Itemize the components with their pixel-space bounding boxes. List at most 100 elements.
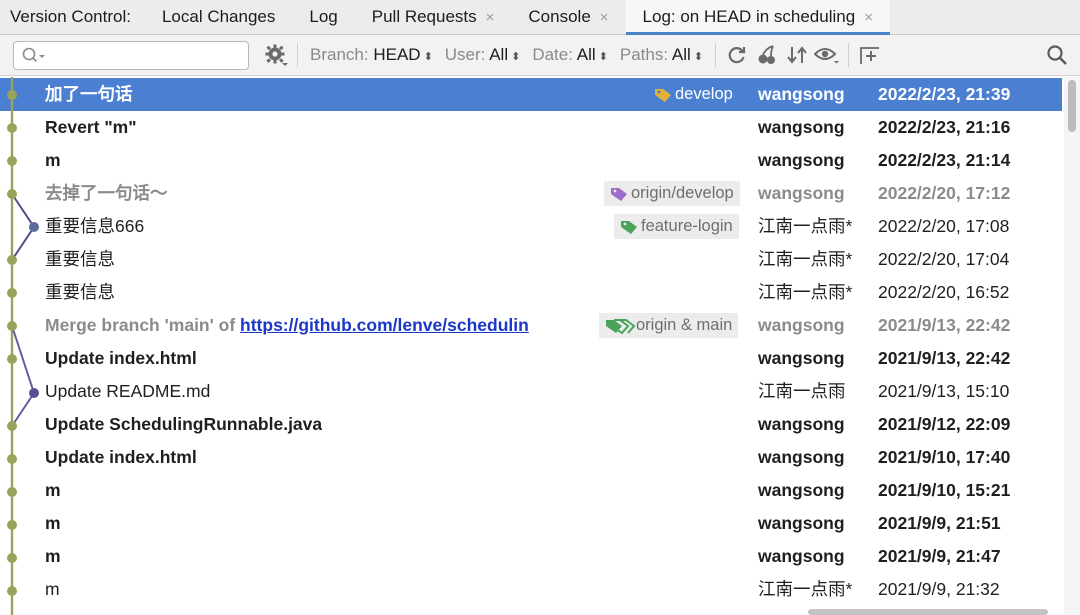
search-icon (22, 47, 45, 63)
sort-icon[interactable] (782, 40, 812, 70)
commit-row[interactable]: 重要信息 江南一点雨* 2022/2/20, 16:52 (0, 276, 1062, 309)
toolbar-divider (297, 43, 298, 67)
commit-row[interactable]: Revert "m" wangsong 2022/2/23, 21:16 (0, 111, 1062, 144)
commit-author: wangsong (758, 348, 845, 368)
search-input[interactable] (13, 40, 249, 70)
commit-date: 2021/9/13, 22:42 (878, 315, 1011, 335)
commit-row[interactable]: Update index.html wangsong 2021/9/10, 17… (0, 441, 1062, 474)
commit-date: 2021/9/10, 17:40 (878, 447, 1011, 467)
commit-subject-text: Merge branch 'main' of (45, 315, 241, 335)
commit-author: wangsong (758, 513, 845, 533)
commit-author: wangsong (758, 480, 845, 500)
commit-author: wangsong (758, 546, 845, 566)
multi-tag-icon (606, 319, 636, 334)
commit-date: 2021/9/12, 22:09 (878, 414, 1011, 434)
commit-date: 2021/9/13, 22:42 (878, 348, 1011, 368)
commit-author: 江南一点雨* (758, 282, 853, 302)
commit-subject: Update SchedulingRunnable.java (45, 414, 323, 434)
commit-subject: Revert "m" (45, 117, 137, 137)
cherry-pick-icon[interactable] (752, 40, 782, 70)
commit-subject: Merge branch 'main' of https://github.co… (45, 309, 597, 342)
commit-date: 2022/2/23, 21:39 (878, 84, 1011, 104)
commit-subject: 去掉了一句话～ (45, 183, 168, 203)
commit-subject: m (45, 513, 61, 533)
tag-icon (621, 221, 637, 234)
commit-date: 2021/9/9, 21:47 (878, 546, 1001, 566)
commit-row[interactable]: 去掉了一句话～ origin/develop wangsong 2022/2/2… (0, 177, 1062, 210)
tabbar-label: Version Control: (10, 7, 131, 26)
commit-author: wangsong (758, 414, 845, 434)
commit-link[interactable]: https://github.com/lenve/schedulin (240, 315, 529, 335)
branch-filter[interactable]: Branch: HEAD ⬍ (310, 45, 433, 65)
toolbar-divider (848, 43, 850, 67)
commit-row[interactable]: m 江南一点雨* 2021/9/9, 21:32 (0, 573, 1062, 606)
search-icon[interactable] (1042, 40, 1072, 70)
chevron-updown-icon: ⬍ (693, 51, 704, 63)
user-filter[interactable]: User: All ⬍ (445, 45, 521, 65)
log-toolbar: Branch: HEAD ⬍ User: All ⬍ Date: All ⬍ Path… (0, 35, 1080, 76)
commit-subject: 加了一句话 (45, 84, 133, 104)
commit-date: 2022/2/20, 17:08 (878, 216, 1010, 236)
tab-label: Pull Requests (371, 7, 477, 26)
commit-row[interactable]: 加了一句话 develop wangsong 2022/2/23, 21:39 (0, 78, 1062, 111)
commit-row[interactable]: m wangsong 2021/9/9, 21:51 (0, 507, 1062, 540)
tab-label: Log (309, 7, 338, 26)
filter-value: All (576, 45, 596, 64)
chevron-updown-icon: ⬍ (511, 51, 521, 63)
tab-label: Log: on HEAD in scheduling (642, 7, 856, 26)
commit-row[interactable]: Merge branch 'main' of https://github.co… (0, 309, 1062, 342)
branch-label-text: origin & main (636, 316, 733, 334)
branch-label-text: develop (675, 85, 733, 103)
gear-icon[interactable] (261, 40, 291, 70)
vertical-scrollbar-thumb[interactable] (1068, 80, 1076, 132)
commit-subject: 重要信息 (45, 282, 115, 302)
paths-filter[interactable]: Paths: All ⬍ (620, 45, 703, 65)
close-icon[interactable]: × (864, 9, 873, 26)
commit-author: wangsong (758, 447, 845, 467)
commit-row[interactable]: 重要信息 江南一点雨* 2022/2/20, 17:04 (0, 243, 1062, 276)
commit-row[interactable]: m wangsong 2022/2/23, 21:14 (0, 144, 1062, 177)
close-icon[interactable]: × (486, 9, 495, 26)
commit-author: 江南一点雨 (758, 381, 846, 401)
filter-value: All (671, 45, 691, 64)
vertical-scrollbar-track[interactable] (1064, 77, 1080, 615)
commit-author: 江南一点雨* (758, 249, 853, 269)
tag-icon (655, 89, 671, 102)
tab-pull-requests[interactable]: Pull Requests × (355, 0, 512, 35)
commit-row[interactable]: Update index.html wangsong 2021/9/13, 22… (0, 342, 1062, 375)
tab-log[interactable]: Log (292, 0, 354, 35)
filter-name: Branch (310, 45, 364, 64)
branch-label: develop (648, 82, 739, 107)
tab-log-head-scheduling[interactable]: Log: on HEAD in scheduling × (625, 0, 890, 35)
tab-local-changes[interactable]: Local Changes (145, 0, 292, 35)
eye-icon[interactable] (812, 40, 842, 70)
commit-subject: m (45, 480, 61, 500)
tab-console[interactable]: Console × (511, 0, 625, 35)
commit-subject: Update index.html (45, 447, 197, 467)
commit-subject: Update README.md (45, 381, 211, 401)
toolbar-divider (715, 43, 717, 67)
commit-row[interactable]: m wangsong 2021/9/9, 21:47 (0, 540, 1062, 573)
commit-row[interactable]: m wangsong 2021/9/10, 15:21 (0, 474, 1062, 507)
commit-subject: m (45, 579, 60, 599)
new-tab-icon[interactable] (855, 40, 885, 70)
filter-name: Paths (619, 45, 664, 64)
commit-author: wangsong (758, 150, 845, 170)
branch-label: origin/develop (604, 181, 740, 206)
filter-name: Date (532, 45, 569, 64)
close-icon[interactable]: × (600, 9, 609, 26)
commit-date: 2021/9/9, 21:51 (878, 513, 1001, 533)
commit-row[interactable]: 重要信息666 feature-login 江南一点雨* 2022/2/20, … (0, 210, 1062, 243)
refresh-icon[interactable] (722, 40, 752, 70)
commit-author: wangsong (758, 183, 845, 203)
filter-value: HEAD (373, 45, 421, 64)
tab-label: Local Changes (161, 7, 276, 26)
horizontal-scrollbar-thumb[interactable] (808, 609, 1048, 615)
commit-subject: m (45, 546, 61, 566)
branch-label-text: origin/develop (631, 184, 734, 202)
commit-author: 江南一点雨* (758, 579, 853, 599)
tool-window-tabbar: Version Control: Local Changes Log Pull … (0, 0, 1080, 35)
date-filter[interactable]: Date: All ⬍ (532, 45, 608, 65)
commit-row[interactable]: Update SchedulingRunnable.java wangsong … (0, 408, 1062, 441)
commit-row[interactable]: Update README.md 江南一点雨 2021/9/13, 15:10 (0, 375, 1062, 408)
